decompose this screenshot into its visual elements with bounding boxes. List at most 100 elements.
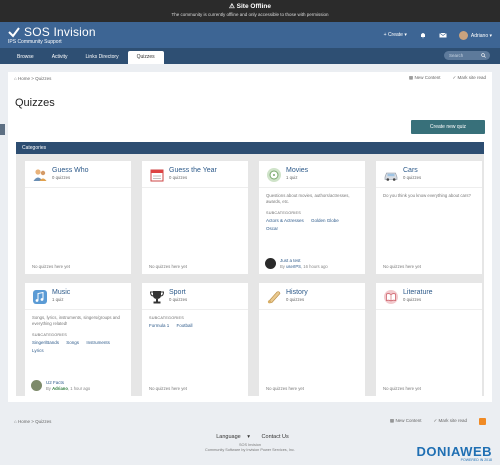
subcategory-list: Singer/Bands Songs Instruments Lyrics (25, 337, 131, 353)
bell-icon[interactable] (419, 31, 427, 39)
category-description: Do you think you know everything about c… (383, 193, 471, 198)
tab-links-directory[interactable]: Links Directory (77, 51, 128, 64)
latest-quiz: Just a test By userIPS, 16 hours ago (265, 258, 328, 269)
empty-note: No quizzes here yet (149, 386, 187, 391)
logo-check-icon (8, 27, 20, 38)
tab-browse[interactable]: Browse (8, 51, 43, 64)
category-title[interactable]: Music (52, 289, 70, 296)
category-card-movies: Movies 1 quiz Questions about movies, aut… (259, 161, 365, 274)
create-menu[interactable]: + Create ▾ (384, 32, 407, 38)
category-count: 0 quizzes (403, 175, 422, 180)
avatar (458, 30, 468, 40)
main-nav: Browse Activity Links Directory Quizzes … (0, 48, 500, 64)
category-count: 0 quizzes (169, 297, 188, 302)
empty-note: No quizzes here yet (32, 264, 70, 269)
mark-read-link[interactable]: ✓ Mark site read (433, 418, 467, 424)
subcategory-link[interactable]: Football (177, 323, 193, 328)
user-menu[interactable]: Adriano ▾ (458, 30, 492, 40)
contact-link[interactable]: Contact Us (262, 434, 289, 440)
subcategory-link[interactable]: Formula 1 (149, 323, 169, 328)
subcategory-link[interactable]: Oscar (266, 226, 278, 231)
subcategories-label: SUBCATEGORIES (32, 333, 68, 338)
offline-banner: ⚠ Site Offline The community is currentl… (0, 0, 500, 22)
empty-note: No quizzes here yet (383, 386, 421, 391)
category-title[interactable]: Movies (286, 167, 308, 174)
latest-quiz-author[interactable]: Adriano (52, 386, 68, 391)
category-title[interactable]: Cars (403, 167, 421, 174)
tab-quizzes[interactable]: Quizzes (127, 51, 164, 64)
subcategory-link[interactable]: Golden Globe (311, 218, 339, 223)
categories-header: Categories (16, 142, 484, 154)
category-title[interactable]: Literature (403, 289, 433, 296)
category-count: 0 quizzes (286, 297, 305, 302)
category-grid: Guess Who 0 quizzes No quizzes here yet G… (16, 154, 484, 396)
book-icon (384, 290, 398, 304)
category-description: Questions about movies, authors/actresse… (266, 193, 350, 205)
latest-quiz-title[interactable]: Just a test (280, 258, 328, 263)
category-title[interactable]: History (286, 289, 308, 296)
people-icon (33, 169, 47, 181)
latest-quiz-title[interactable]: U2 Facts (46, 380, 90, 385)
breadcrumb-sep: > (31, 75, 34, 81)
create-label: Create (387, 32, 403, 38)
breadcrumb-home[interactable]: ⌂ Home (14, 419, 30, 424)
breadcrumb-bottom: ⌂ Home > Quizzes ▩ New Content ✓ Mark si… (8, 416, 492, 426)
logo-subtitle: IPS Community Support (8, 39, 62, 45)
music-icon (33, 290, 47, 304)
subcategory-link[interactable]: Songs (66, 340, 79, 345)
search-input[interactable]: Search (444, 51, 490, 60)
watermark-name: DONIAWEB (416, 444, 492, 459)
offline-title: ⚠ Site Offline (229, 3, 271, 10)
breadcrumb-sep: > (31, 418, 34, 424)
category-card-guess-the-year: Guess the Year 0 quizzes No quizzes here … (142, 161, 248, 274)
tab-activity[interactable]: Activity (43, 51, 77, 64)
empty-note: No quizzes here yet (266, 386, 304, 391)
envelope-icon[interactable] (439, 31, 447, 39)
search-placeholder: Search (449, 53, 464, 58)
watermark-logo: DONIAWEB POWERED IN 2018 (417, 444, 493, 462)
side-toggle[interactable] (0, 124, 5, 135)
category-title[interactable]: Sport (169, 289, 187, 296)
breadcrumb-current: Quizzes (35, 75, 52, 81)
breadcrumb: ⌂ Home > Quizzes ▩ New Content ✓ Mark si… (8, 72, 492, 84)
subcategory-link[interactable]: Instruments (86, 340, 110, 345)
subcategories-label: SUBCATEGORIES (149, 316, 185, 320)
scroll-icon (267, 291, 281, 304)
rss-icon[interactable] (479, 417, 486, 425)
category-title[interactable]: Guess the Year (169, 167, 217, 174)
create-quiz-button[interactable]: Create new quiz (411, 120, 485, 134)
category-count: 1 quiz (52, 297, 64, 302)
empty-note: No quizzes here yet (149, 264, 187, 269)
subcategory-link[interactable]: Singer/Bands (32, 340, 59, 345)
category-description: Songs, lyrics, instruments, singers/grou… (32, 315, 120, 327)
car-icon (384, 172, 398, 181)
subcategories-label: SUBCATEGORIES (266, 211, 302, 216)
empty-note: No quizzes here yet (383, 264, 421, 269)
breadcrumb-home[interactable]: ⌂ Home (14, 76, 30, 81)
new-content-link[interactable]: ▩ New Content (409, 75, 441, 81)
category-card-sport: Sport 0 quizzes SUBCATEGORIES Formula 1 F… (142, 283, 248, 396)
latest-quiz-author[interactable]: userIPS (286, 264, 301, 269)
logo-name: SOS Invision (24, 25, 96, 39)
site-header: SOS Invision IPS Community Support + Cre… (0, 22, 500, 48)
new-content-link[interactable]: ▩ New Content (390, 418, 422, 424)
subcategory-list: Actors & Actresses Golden Globe Oscar (259, 215, 365, 231)
subcategory-link[interactable]: Lyrics (32, 348, 44, 353)
latest-quiz: U2 Facts By Adriano, 1 hour ago (31, 380, 90, 391)
latest-quiz-meta: By Adriano, 1 hour ago (46, 386, 91, 391)
category-count: 0 quizzes (403, 297, 422, 302)
avatar[interactable] (265, 258, 276, 269)
category-count: 0 quizzes (169, 175, 188, 180)
category-card-history: History 0 quizzes No quizzes here yet (259, 283, 365, 396)
subcategory-list: Formula 1 Football (142, 320, 248, 329)
main-content: ⌂ Home > Quizzes ▩ New Content ✓ Mark si… (8, 72, 492, 402)
language-menu[interactable]: Language ▾ (211, 434, 250, 440)
category-card-music: Music 1 quiz Songs, lyrics, instruments, … (25, 283, 131, 396)
category-count: 1 quiz (286, 175, 298, 180)
category-title[interactable]: Guess Who (52, 167, 89, 174)
category-card-cars: Cars 0 quizzes Do you think you know ever… (376, 161, 482, 274)
subcategory-link[interactable]: Actors & Actresses (266, 218, 304, 223)
mark-read-link[interactable]: ✓ Mark site read (452, 75, 486, 81)
avatar[interactable] (31, 380, 42, 391)
logo[interactable]: SOS Invision IPS Community Support (8, 25, 96, 45)
